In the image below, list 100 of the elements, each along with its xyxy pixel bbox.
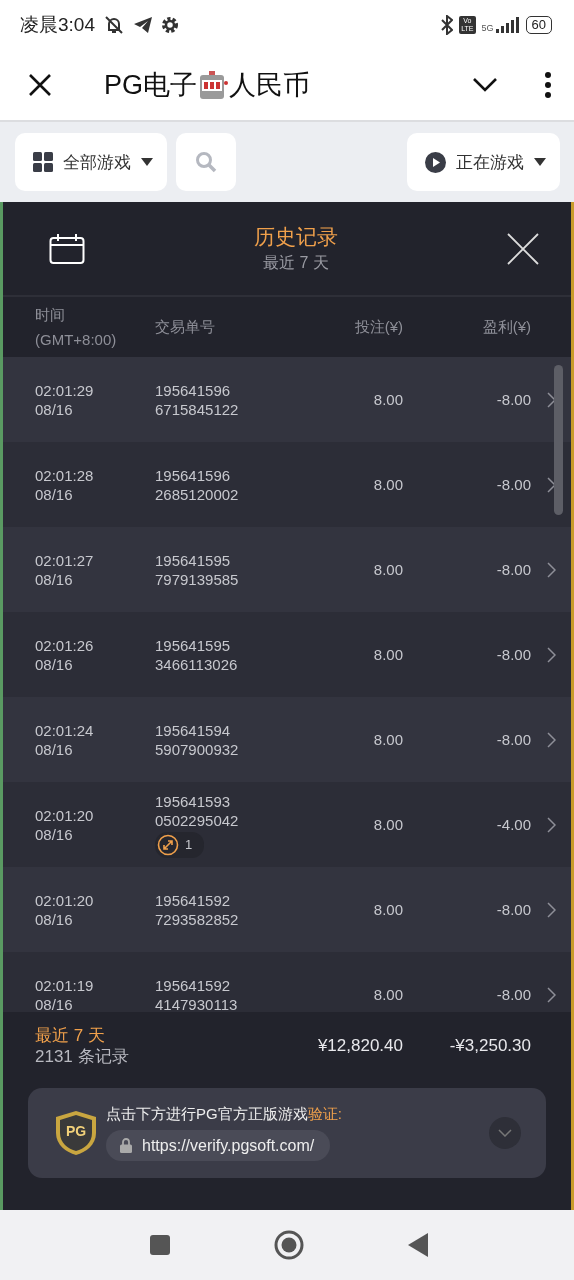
page-title: PG电子 — [104, 69, 197, 102]
profit-cell-text: -8.00 — [495, 646, 531, 663]
slot-machine-icon — [197, 69, 229, 101]
date-cell-text: 08/16 — [35, 399, 74, 419]
close-icon[interactable] — [28, 73, 52, 97]
profit-cell-text: -8.00 — [495, 901, 531, 918]
order-number: 195641596 — [155, 380, 232, 400]
record-row[interactable]: 02:01:27 08/16 195641595 7979139585 8.00 -8.00 — [3, 527, 571, 612]
order-number: 195641592 — [155, 890, 232, 910]
page-title: 人民币 — [229, 69, 310, 102]
order-number: 195641596 — [155, 465, 232, 485]
date-cell-text: 08/16 — [35, 739, 74, 759]
order-number: 7979139585 — [155, 569, 240, 589]
time-cell-text: 02:01:20 — [35, 890, 95, 910]
order-number: 2685120002 — [155, 484, 240, 504]
order-number: 4147930113 — [155, 994, 239, 1012]
panel-subtitle: 最近 7 天 — [263, 253, 329, 273]
order-number: 7293582852 — [155, 909, 240, 929]
chevron-right-icon — [546, 646, 556, 663]
column-header: 盈利(¥) — [481, 317, 531, 337]
clock: 凌晨3:04 — [20, 13, 95, 37]
date-cell-text: 08/16 — [35, 994, 74, 1012]
free-spin-badge: 1 — [155, 831, 205, 858]
bell-muted-icon — [103, 15, 125, 35]
bet-cell-text: 8.00 — [372, 646, 403, 663]
order-number: 195641594 — [155, 720, 232, 740]
order-number: 5907900932 — [155, 739, 240, 759]
bluetooth-icon — [441, 15, 454, 35]
time-cell-text: 02:01:19 — [35, 975, 95, 995]
arrows-icon — [157, 833, 179, 856]
record-row[interactable]: 02:01:20 08/16 195641593 0502295042 1 8.00 -4.00 — [3, 782, 571, 867]
chevron-right-icon — [546, 391, 556, 408]
bet-cell-text: 8.00 — [372, 561, 403, 578]
order-number: 195641592 — [155, 975, 232, 995]
profit-cell-text: -8.00 — [495, 731, 531, 748]
battery-indicator: 60 — [525, 16, 552, 34]
profit-cell-text: -8.00 — [495, 476, 531, 493]
back-icon[interactable] — [408, 1233, 428, 1257]
profit-cell-text: -8.00 — [495, 561, 531, 578]
lock-icon — [120, 1138, 132, 1153]
date-cell-text: 08/16 — [35, 654, 74, 674]
profit-cell-text: -4.00 — [495, 816, 531, 833]
bet-cell-text: 8.00 — [372, 391, 403, 408]
bet-cell-text: 8.00 — [372, 476, 403, 493]
date-cell-text: 08/16 — [35, 824, 74, 844]
chevron-right-icon — [546, 816, 556, 833]
order-number: 195641595 — [155, 635, 232, 655]
time-cell-text: 02:01:24 — [35, 720, 95, 740]
record-count: 2131 条记录 — [35, 1046, 130, 1067]
bet-cell-text: 8.00 — [372, 901, 403, 918]
time-cell-text: 02:01:28 — [35, 465, 95, 485]
network-label: 5G — [481, 23, 494, 33]
shield-logo: PG — [54, 1110, 98, 1156]
chevron-right-icon — [546, 561, 556, 578]
order-number: 6715845122 — [155, 399, 240, 419]
paper-plane-icon — [133, 16, 153, 34]
record-row[interactable]: 02:01:20 08/16 195641592 7293582852 8.00 -8.00 — [3, 867, 571, 952]
caret-icon — [141, 158, 153, 166]
record-row[interactable]: 02:01:26 08/16 195641595 3466113026 8.00 -8.00 — [3, 612, 571, 697]
grid-icon — [33, 152, 53, 172]
category-dropdown[interactable]: 全部游戏 — [15, 133, 167, 191]
chevron-right-icon — [546, 476, 556, 493]
search-icon — [195, 151, 217, 173]
date-cell-text: 08/16 — [35, 569, 74, 589]
record-row[interactable]: 02:01:19 08/16 195641592 4147930113 8.00 -8.00 — [3, 952, 571, 1012]
bet-cell-text: 8.00 — [372, 731, 403, 748]
column-header: 交易单号 — [155, 317, 216, 337]
bet-cell-text: 8.00 — [372, 816, 403, 833]
summary-period: 最近 7 天 — [35, 1025, 106, 1046]
record-row[interactable]: 02:01:29 08/16 195641596 6715845122 8.00 -8.00 — [3, 357, 571, 442]
time-cell-text: 02:01:29 — [35, 380, 95, 400]
verify-prompt: 点击下方进行PG官方正版游戏验证: — [106, 1105, 343, 1124]
panel-title: 历史记录 — [254, 224, 338, 250]
caret-icon — [534, 158, 546, 166]
verify-link[interactable]: https://verify.pgsoft.com/ — [106, 1130, 331, 1161]
bet-cell-text: 8.00 — [372, 986, 403, 1003]
time-cell-text: 02:01:20 — [35, 805, 95, 825]
home-icon[interactable] — [274, 1230, 304, 1260]
chevron-right-icon — [546, 986, 556, 1003]
order-number: 195641593 — [155, 791, 232, 811]
chevron-right-icon — [546, 731, 556, 748]
date-cell-text: 08/16 — [35, 909, 74, 929]
order-number: 0502295042 — [155, 810, 240, 830]
column-header: 时间 — [35, 306, 66, 325]
record-row[interactable]: 02:01:24 08/16 195641594 5907900932 8.00 -8.00 — [3, 697, 571, 782]
calendar-icon[interactable] — [49, 232, 85, 265]
record-row[interactable]: 02:01:28 08/16 195641596 2685120002 8.00 -8.00 — [3, 442, 571, 527]
status-dropdown[interactable]: 正在游戏 — [407, 133, 560, 191]
play-icon — [425, 151, 446, 173]
date-cell-text: 08/16 — [35, 484, 74, 504]
time-cell-text: 02:01:27 — [35, 550, 95, 570]
column-header: 投注(¥) — [353, 317, 403, 337]
total-bet: ¥12,820.40 — [316, 1036, 403, 1056]
settings-icon — [161, 16, 179, 34]
profit-cell-text: -8.00 — [495, 986, 531, 1003]
more-icon[interactable] — [544, 72, 552, 98]
profit-cell-text: -8.00 — [495, 391, 531, 408]
chevron-down-icon[interactable] — [472, 77, 498, 93]
column-header: (GMT+8:00) — [35, 331, 118, 348]
chevron-right-icon — [546, 901, 556, 918]
